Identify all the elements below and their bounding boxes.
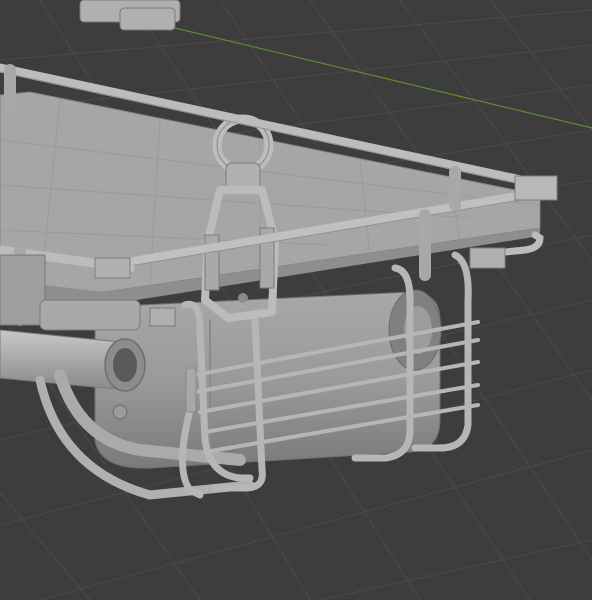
rail-end-cap bbox=[514, 175, 558, 201]
3d-viewport[interactable] bbox=[0, 0, 592, 600]
viewport-canvas[interactable] bbox=[0, 0, 592, 600]
